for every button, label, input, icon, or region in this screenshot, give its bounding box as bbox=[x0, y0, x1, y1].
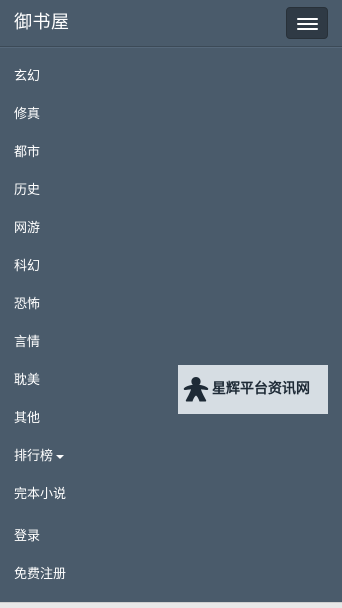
nav-item-label: 修真 bbox=[14, 107, 41, 122]
nav-item-completed[interactable]: 完本小说 bbox=[0, 476, 342, 514]
nav-item-label: 完本小说 bbox=[14, 487, 67, 502]
nav-item-xiuzhen[interactable]: 修真 bbox=[0, 96, 342, 134]
nav-item-kehuan[interactable]: 科幻 bbox=[0, 248, 342, 286]
login-link[interactable]: 登录 bbox=[0, 518, 342, 556]
nav-item-yanqing[interactable]: 言情 bbox=[0, 324, 342, 362]
nav-item-kongbu[interactable]: 恐怖 bbox=[0, 286, 342, 324]
watermark-text: 星辉平台资讯网 bbox=[212, 381, 310, 397]
register-link[interactable]: 免费注册 bbox=[0, 556, 342, 594]
nav-item-label: 免费注册 bbox=[14, 567, 67, 582]
nav-item-ranking-dropdown[interactable]: 排行榜 bbox=[0, 438, 342, 476]
brand-link[interactable]: 御书屋 bbox=[14, 11, 70, 35]
nav-item-label: 都市 bbox=[14, 145, 41, 160]
category-nav: 玄幻 修真 都市 历史 网游 科幻 恐怖 言情 耽美 其他 排行榜 完本小说 bbox=[0, 47, 342, 514]
nav-item-label: 耽美 bbox=[14, 373, 41, 388]
nav-item-xuanhuan[interactable]: 玄幻 bbox=[0, 58, 342, 96]
caret-down-icon bbox=[56, 454, 65, 459]
nav-item-label: 言情 bbox=[14, 335, 41, 350]
menu-toggle-button[interactable] bbox=[286, 7, 328, 39]
account-nav: 登录 免费注册 bbox=[0, 518, 342, 594]
nav-item-label: 其他 bbox=[14, 411, 41, 426]
nav-item-label: 网游 bbox=[14, 221, 41, 236]
nav-item-lishi[interactable]: 历史 bbox=[0, 172, 342, 210]
nav-item-dushi[interactable]: 都市 bbox=[0, 134, 342, 172]
nav-item-label: 排行榜 bbox=[14, 449, 54, 464]
nav-item-label: 恐怖 bbox=[14, 297, 41, 312]
navbar: 御书屋 玄幻 修真 都市 历史 网游 科幻 恐怖 言情 耽美 其他 排行榜 完本… bbox=[0, 0, 342, 608]
nav-item-wangyou[interactable]: 网游 bbox=[0, 210, 342, 248]
watermark-overlay: 星辉平台资讯网 bbox=[178, 365, 328, 414]
page-bottom-edge bbox=[0, 602, 342, 608]
meeple-icon bbox=[183, 377, 209, 402]
nav-item-label: 玄幻 bbox=[14, 69, 41, 84]
nav-item-label: 登录 bbox=[14, 529, 41, 544]
nav-item-label: 科幻 bbox=[14, 259, 41, 274]
navbar-header: 御书屋 bbox=[0, 0, 342, 47]
nav-item-label: 历史 bbox=[14, 183, 41, 198]
